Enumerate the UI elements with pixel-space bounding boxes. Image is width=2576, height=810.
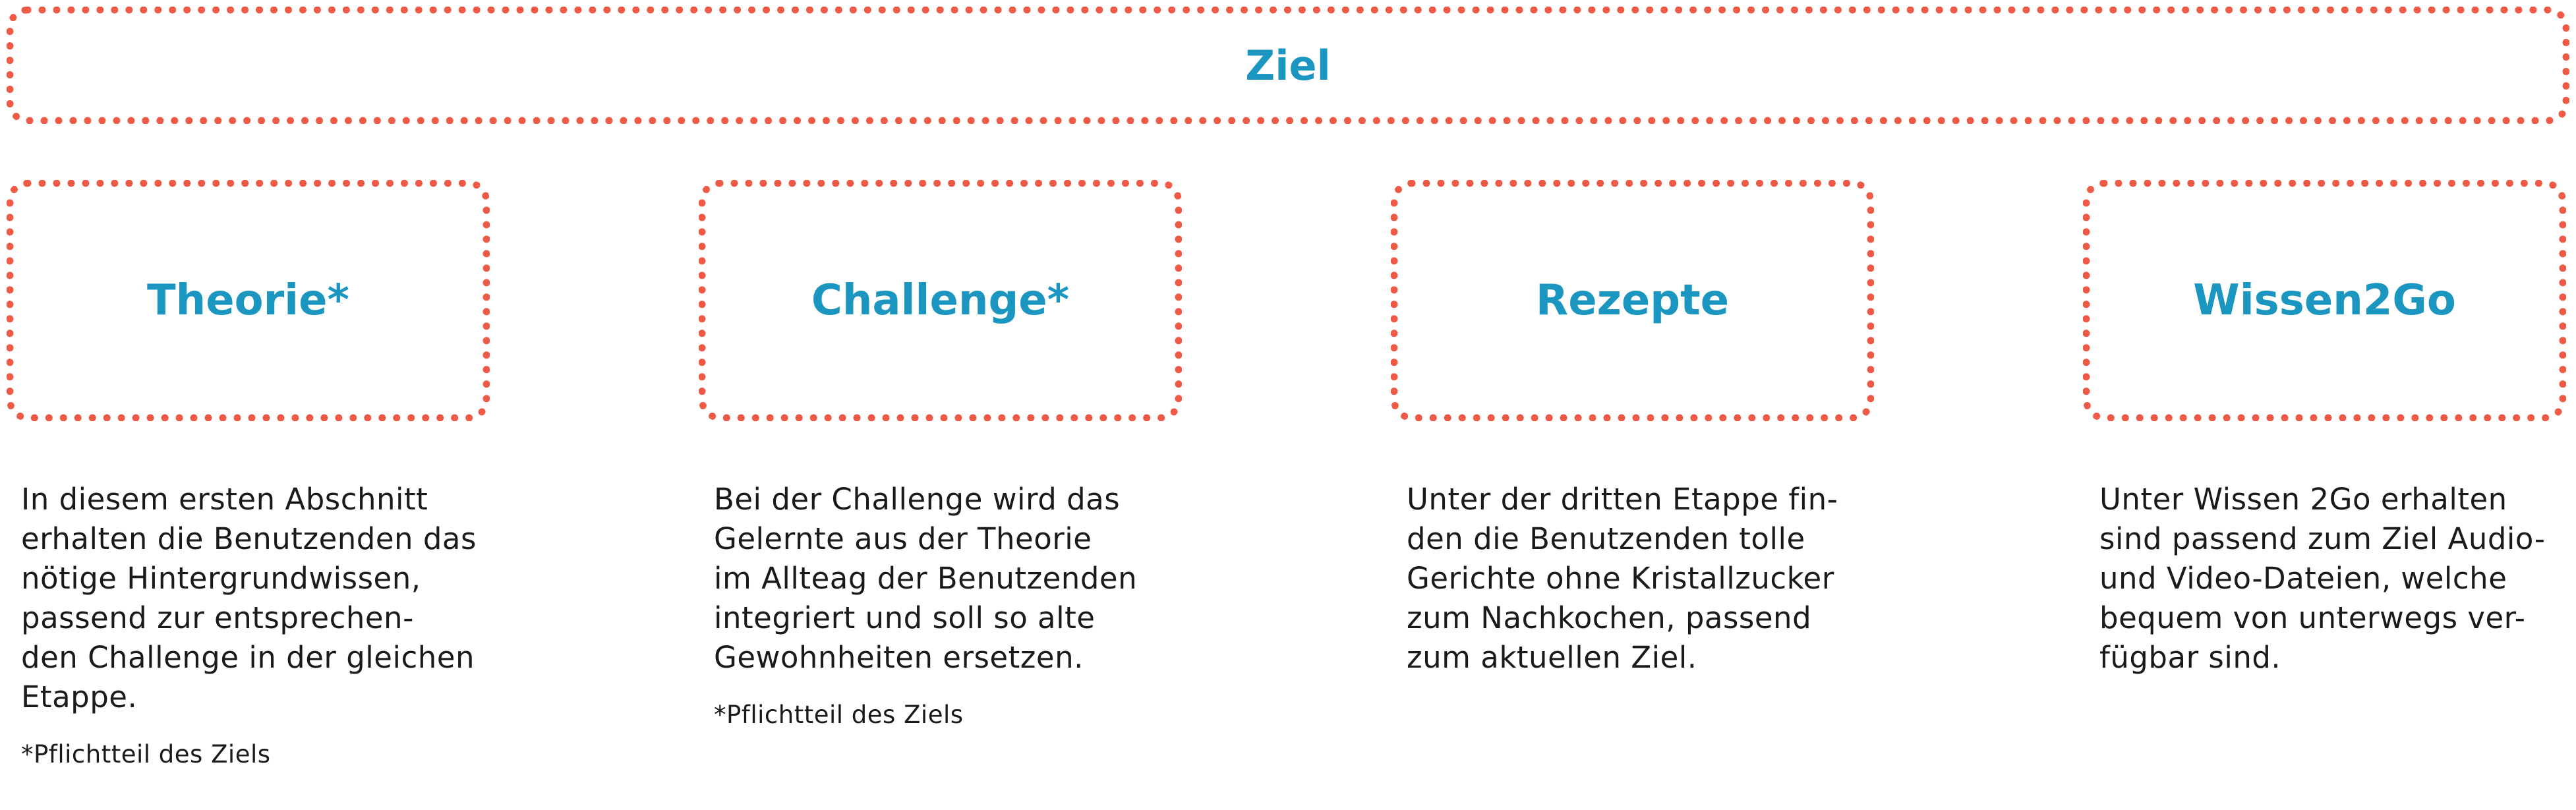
challenge-box: Challenge* [699,180,1182,421]
description-line: den Challenge in der gleichen [21,640,475,675]
theorie-box: Theorie* [7,180,490,421]
rezepte-title: Rezepte [1535,276,1730,325]
wissen2go-box: Wissen2Go [2083,180,2566,421]
description-line: Unter Wissen 2Go erhalten [2099,482,2507,517]
description-line: Gelernte aus der Theorie [714,521,1092,556]
description-line: bequem von unterwegs ver- [2099,600,2526,635]
description-line: passend zur entsprechen- [21,600,414,635]
description-line: erhalten die Benutzenden das [21,521,477,556]
description-line: Bei der Challenge wird das [714,482,1121,517]
description-line: In diesem ersten Abschnitt [21,482,428,517]
challenge-title: Challenge* [811,276,1070,325]
description-line: nötige Hintergrundwissen, [21,561,421,596]
wissen2go-description: Unter Wissen 2Go erhalten sind passend z… [2099,480,2576,678]
theorie-description: In diesem ersten Abschnitt erhalten die … [21,480,522,770]
description-line: den die Benutzenden tolle [1407,521,1805,556]
challenge-description: Bei der Challenge wird das Gelernte aus … [714,480,1215,731]
theorie-mandatory-note: *Pflichtteil des Ziels [21,740,271,768]
description-line: zum aktuellen Ziel. [1407,640,1697,675]
description-line: sind passend zum Ziel Audio- [2099,521,2546,556]
description-line: Etappe. [21,680,138,714]
description-line: Unter der dritten Etappe fin- [1407,482,1838,517]
rezepte-box: Rezepte [1391,180,1874,421]
goal-box: Ziel [7,7,2569,124]
description-line: integriert und soll so alte [714,600,1096,635]
wissen2go-title: Wissen2Go [2193,276,2456,325]
description-line: im Allteag der Benutzenden [714,561,1138,596]
description-line: Gerichte ohne Kristallzucker [1407,561,1834,596]
challenge-mandatory-note: *Pflichtteil des Ziels [714,701,964,729]
theorie-title: Theorie* [147,276,349,325]
goal-title: Ziel [1245,41,1331,90]
description-line: Gewohnheiten ersetzen. [714,640,1084,675]
description-line: fügbar sind. [2099,640,2281,675]
description-line: und Video-Dateien, welche [2099,561,2507,596]
rezepte-description: Unter der dritten Etappe fin- den die Be… [1407,480,1908,678]
description-line: zum Nachkochen, passend [1407,600,1812,635]
